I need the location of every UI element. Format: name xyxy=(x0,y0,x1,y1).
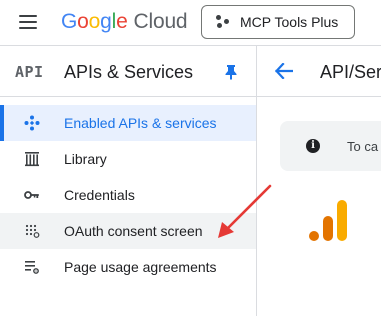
sidebar-title: APIs & Services xyxy=(64,62,194,82)
sidebar-item-label: Enabled APIs & services xyxy=(64,115,217,131)
page-title: API/Serv xyxy=(320,62,381,82)
sidebar-item-enabled-apis[interactable]: Enabled APIs & services xyxy=(0,105,256,141)
annotation-arrow-icon xyxy=(218,184,272,238)
project-dots-icon xyxy=(216,15,230,29)
project-selector-button[interactable]: MCP Tools Plus xyxy=(201,5,355,39)
sidebar-item-page-usage[interactable]: Page usage agreements xyxy=(0,249,256,285)
pin-icon[interactable] xyxy=(224,64,238,80)
gcp-console: Google Cloud MCP Tools Plus API APIs & S… xyxy=(0,0,381,316)
sidebar-item-label: OAuth consent screen xyxy=(64,223,203,239)
sidebar-item-label: Library xyxy=(64,151,107,167)
settings-list-icon xyxy=(24,259,40,275)
sidebar-item-library[interactable]: Library xyxy=(0,141,256,177)
library-icon xyxy=(24,151,40,167)
main-divider xyxy=(257,96,381,97)
key-icon xyxy=(24,187,40,203)
diamond-network-icon xyxy=(24,115,40,131)
main-header: API/Serv xyxy=(257,46,381,96)
api-badge-icon: API xyxy=(15,63,44,81)
google-cloud-logo[interactable]: Google Cloud xyxy=(61,9,188,35)
analytics-logo-icon xyxy=(309,200,347,241)
project-name: MCP Tools Plus xyxy=(240,14,339,30)
info-icon: i xyxy=(306,139,320,153)
top-bar: Google Cloud MCP Tools Plus xyxy=(0,0,381,45)
back-arrow-icon[interactable] xyxy=(275,63,293,79)
sidebar-item-label: Page usage agreements xyxy=(64,259,217,275)
sidebar-divider xyxy=(0,96,256,97)
info-banner-text: To ca xyxy=(347,139,379,154)
sidebar-item-label: Credentials xyxy=(64,187,135,203)
hamburger-menu-icon[interactable] xyxy=(19,15,37,29)
sidebar-header: API APIs & Services xyxy=(0,46,256,96)
info-banner: i To ca xyxy=(280,121,381,171)
oauth-dots-icon xyxy=(24,223,40,239)
